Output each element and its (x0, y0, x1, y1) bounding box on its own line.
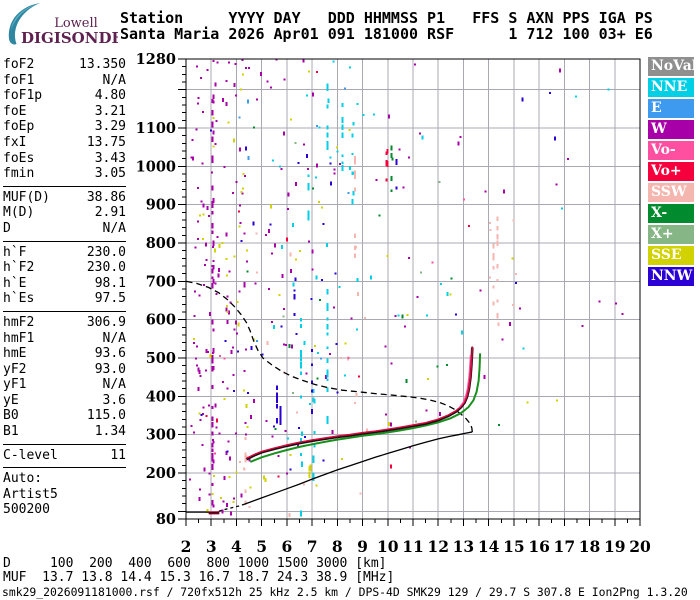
y-tick-label: 80 (156, 511, 176, 528)
x-tick-label: 18 (579, 537, 601, 556)
legend-item-NNW: NNW (648, 267, 694, 286)
topside-profile-dashed (185, 280, 473, 433)
legend-item-SSE: SSE (648, 246, 694, 265)
y-tick-label: 200 (146, 465, 176, 482)
x-tick-label: 14 (478, 537, 500, 556)
y-tick-label: 1100 (136, 120, 176, 137)
trace-layer (185, 280, 482, 515)
y-tick-label: 1280 (136, 51, 176, 68)
y-tick-label: 700 (146, 273, 176, 290)
legend-item-NoVal: NoVal (648, 57, 697, 76)
y-tick-label: 400 (146, 388, 176, 405)
x-tick-label: 19 (604, 537, 626, 556)
y-tick-label: 900 (146, 197, 176, 214)
x-tick-label: 10 (377, 537, 399, 556)
x-tick-label: 3 (206, 537, 217, 556)
x-tick-label: 16 (528, 537, 550, 556)
x-tick-label: 2 (181, 537, 192, 556)
ionogram-plot: 1280 1100 1000 900 800 700 600 500 400 300 200 80 2 3… (136, 51, 651, 556)
legend-item-E: E (648, 99, 694, 118)
legend-item-NNE: NNE (648, 78, 694, 97)
x-tick-label: 9 (357, 537, 368, 556)
x-tick-label: 7 (307, 537, 318, 556)
x-tick-label: 17 (554, 537, 576, 556)
distance-row: D 100 200 400 600 800 1000 1500 3000 [km… (3, 556, 387, 571)
x-tick-label: 5 (256, 537, 267, 556)
legend-item-SSW: SSW (648, 183, 694, 202)
x-tick-label: 4 (231, 537, 242, 556)
y-tick-label: 1000 (136, 158, 176, 175)
color-legend: NoVal NNE E W Vo- Vo+ SSW X- X+ SSE NNW (648, 57, 697, 288)
x-tick-label: 20 (629, 537, 651, 556)
legend-item-X+: X+ (648, 225, 694, 244)
y-tick-label: 300 (146, 427, 176, 444)
legend-item-W: W (648, 120, 694, 139)
legend-item-Vo-: Vo- (648, 141, 694, 160)
doppler-pink-overlay (458, 354, 471, 408)
y-tick-label: 600 (146, 312, 176, 329)
y-tick-label: 800 (146, 235, 176, 252)
status-line: smk29_2026091181000.rsf / 720fx512h 25 k… (2, 585, 688, 599)
x-tick-label: 11 (402, 537, 424, 556)
x-tick-label: 15 (503, 537, 525, 556)
legend-item-Vo+: Vo+ (648, 162, 694, 181)
x-tick-label: 8 (332, 537, 343, 556)
legend-item-X-: X- (648, 204, 694, 223)
x-tick-label: 6 (281, 537, 292, 556)
x-tick-label: 12 (427, 537, 449, 556)
x-tick-label: 13 (453, 537, 475, 556)
muf-row: MUF 13.7 13.8 14.4 15.3 16.7 18.7 24.3 3… (3, 570, 395, 585)
y-tick-label: 500 (146, 350, 176, 367)
